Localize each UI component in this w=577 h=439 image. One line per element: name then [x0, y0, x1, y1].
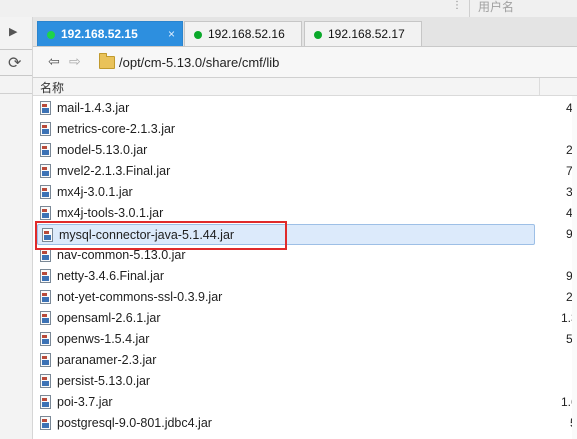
- file-row[interactable]: persist-5.13.0.jar: [36, 371, 574, 392]
- jar-file-icon: [40, 185, 51, 199]
- file-name: model-5.13.0.jar: [57, 143, 148, 157]
- file-name: not-yet-commons-ssl-0.3.9.jar: [57, 290, 223, 304]
- top-strip: ⋮ 用户名: [0, 0, 577, 17]
- highlight-annotation-box: [35, 221, 287, 250]
- jar-file-icon: [40, 353, 51, 367]
- file-row[interactable]: netty-3.4.6.Final.jar: [36, 266, 574, 287]
- file-row[interactable]: paranamer-2.3.jar: [36, 350, 574, 371]
- right-arrow-icon[interactable]: ⇨: [69, 53, 81, 70]
- file-row[interactable]: not-yet-commons-ssl-0.3.9.jar: [36, 287, 574, 308]
- jar-file-icon: [40, 311, 51, 325]
- right-arrow-icon[interactable]: ▶: [9, 25, 17, 38]
- jar-file-icon: [40, 269, 51, 283]
- jar-file-icon: [40, 248, 51, 262]
- file-name: persist-5.13.0.jar: [57, 374, 151, 388]
- file-name: openws-1.5.4.jar: [57, 332, 150, 346]
- divider: [469, 0, 470, 17]
- jar-file-icon: [40, 101, 51, 115]
- file-row[interactable]: openws-1.5.4.jar: [36, 329, 574, 350]
- file-row[interactable]: model-5.13.0.jar: [36, 140, 574, 161]
- tab-label: 192.168.52.15: [61, 27, 138, 41]
- tab-session-2[interactable]: 192.168.52.16: [184, 21, 302, 46]
- file-row[interactable]: poi-3.7.jar: [36, 392, 574, 413]
- file-name: mvel2-2.1.3.Final.jar: [57, 164, 171, 178]
- file-list: mail-1.4.3.jar metrics-core-2.1.3.jar mo…: [33, 96, 577, 439]
- tab-session-3[interactable]: 192.168.52.17: [304, 21, 422, 46]
- path-field[interactable]: /opt/cm-5.13.0/share/cmf/lib: [119, 55, 279, 70]
- jar-file-icon: [40, 332, 51, 346]
- file-name: metrics-core-2.1.3.jar: [57, 122, 176, 136]
- jar-file-icon: [40, 143, 51, 157]
- refresh-icon[interactable]: ⟳: [8, 53, 21, 73]
- session-tab-bar: 192.168.52.15 × 192.168.52.16 192.168.52…: [33, 17, 577, 47]
- file-name: mx4j-tools-3.0.1.jar: [57, 206, 164, 220]
- file-row[interactable]: mail-1.4.3.jar: [36, 98, 574, 119]
- close-icon[interactable]: ×: [168, 22, 175, 46]
- jar-file-icon: [40, 164, 51, 178]
- connection-status-icon: [47, 31, 55, 39]
- folder-icon: [99, 53, 115, 69]
- tab-label: 192.168.52.16: [208, 27, 285, 41]
- file-name: poi-3.7.jar: [57, 395, 113, 409]
- jar-file-icon: [40, 374, 51, 388]
- column-header-name[interactable]: 名称: [40, 79, 64, 96]
- right-edge: [572, 96, 577, 439]
- more-icon[interactable]: ⋮: [452, 0, 462, 11]
- connection-status-icon: [314, 31, 322, 39]
- jar-file-icon: [40, 122, 51, 136]
- file-row[interactable]: mx4j-3.0.1.jar: [36, 182, 574, 203]
- file-name: postgresql-9.0-801.jdbc4.jar: [57, 416, 212, 430]
- tab-session-1[interactable]: 192.168.52.15 ×: [37, 21, 183, 46]
- file-name: netty-3.4.6.Final.jar: [57, 269, 164, 283]
- divider: [0, 49, 32, 50]
- column-divider[interactable]: [539, 78, 540, 95]
- address-bar: ⇦ ⇨ /opt/cm-5.13.0/share/cmf/lib: [33, 47, 577, 78]
- jar-file-icon: [40, 290, 51, 304]
- file-row[interactable]: metrics-core-2.1.3.jar: [36, 119, 574, 140]
- left-pane: ▶ ⟳: [0, 17, 33, 439]
- divider: [0, 93, 32, 94]
- file-row[interactable]: postgresql-9.0-801.jdbc4.jar: [36, 413, 574, 434]
- jar-file-icon: [40, 416, 51, 430]
- connection-status-icon: [194, 31, 202, 39]
- file-name: paranamer-2.3.jar: [57, 353, 157, 367]
- file-row[interactable]: opensaml-2.6.1.jar: [36, 308, 574, 329]
- divider: [0, 75, 32, 76]
- left-arrow-icon[interactable]: ⇦: [48, 53, 60, 70]
- file-list-header: 名称: [33, 78, 577, 96]
- file-name: opensaml-2.6.1.jar: [57, 311, 161, 325]
- file-name: mail-1.4.3.jar: [57, 101, 130, 115]
- tab-label: 192.168.52.17: [328, 27, 405, 41]
- file-name: nav-common-5.13.0.jar: [57, 248, 186, 262]
- file-row[interactable]: mvel2-2.1.3.Final.jar: [36, 161, 574, 182]
- jar-file-icon: [40, 206, 51, 220]
- jar-file-icon: [40, 395, 51, 409]
- file-name: mx4j-3.0.1.jar: [57, 185, 133, 199]
- username-label: 用户名: [478, 0, 515, 14]
